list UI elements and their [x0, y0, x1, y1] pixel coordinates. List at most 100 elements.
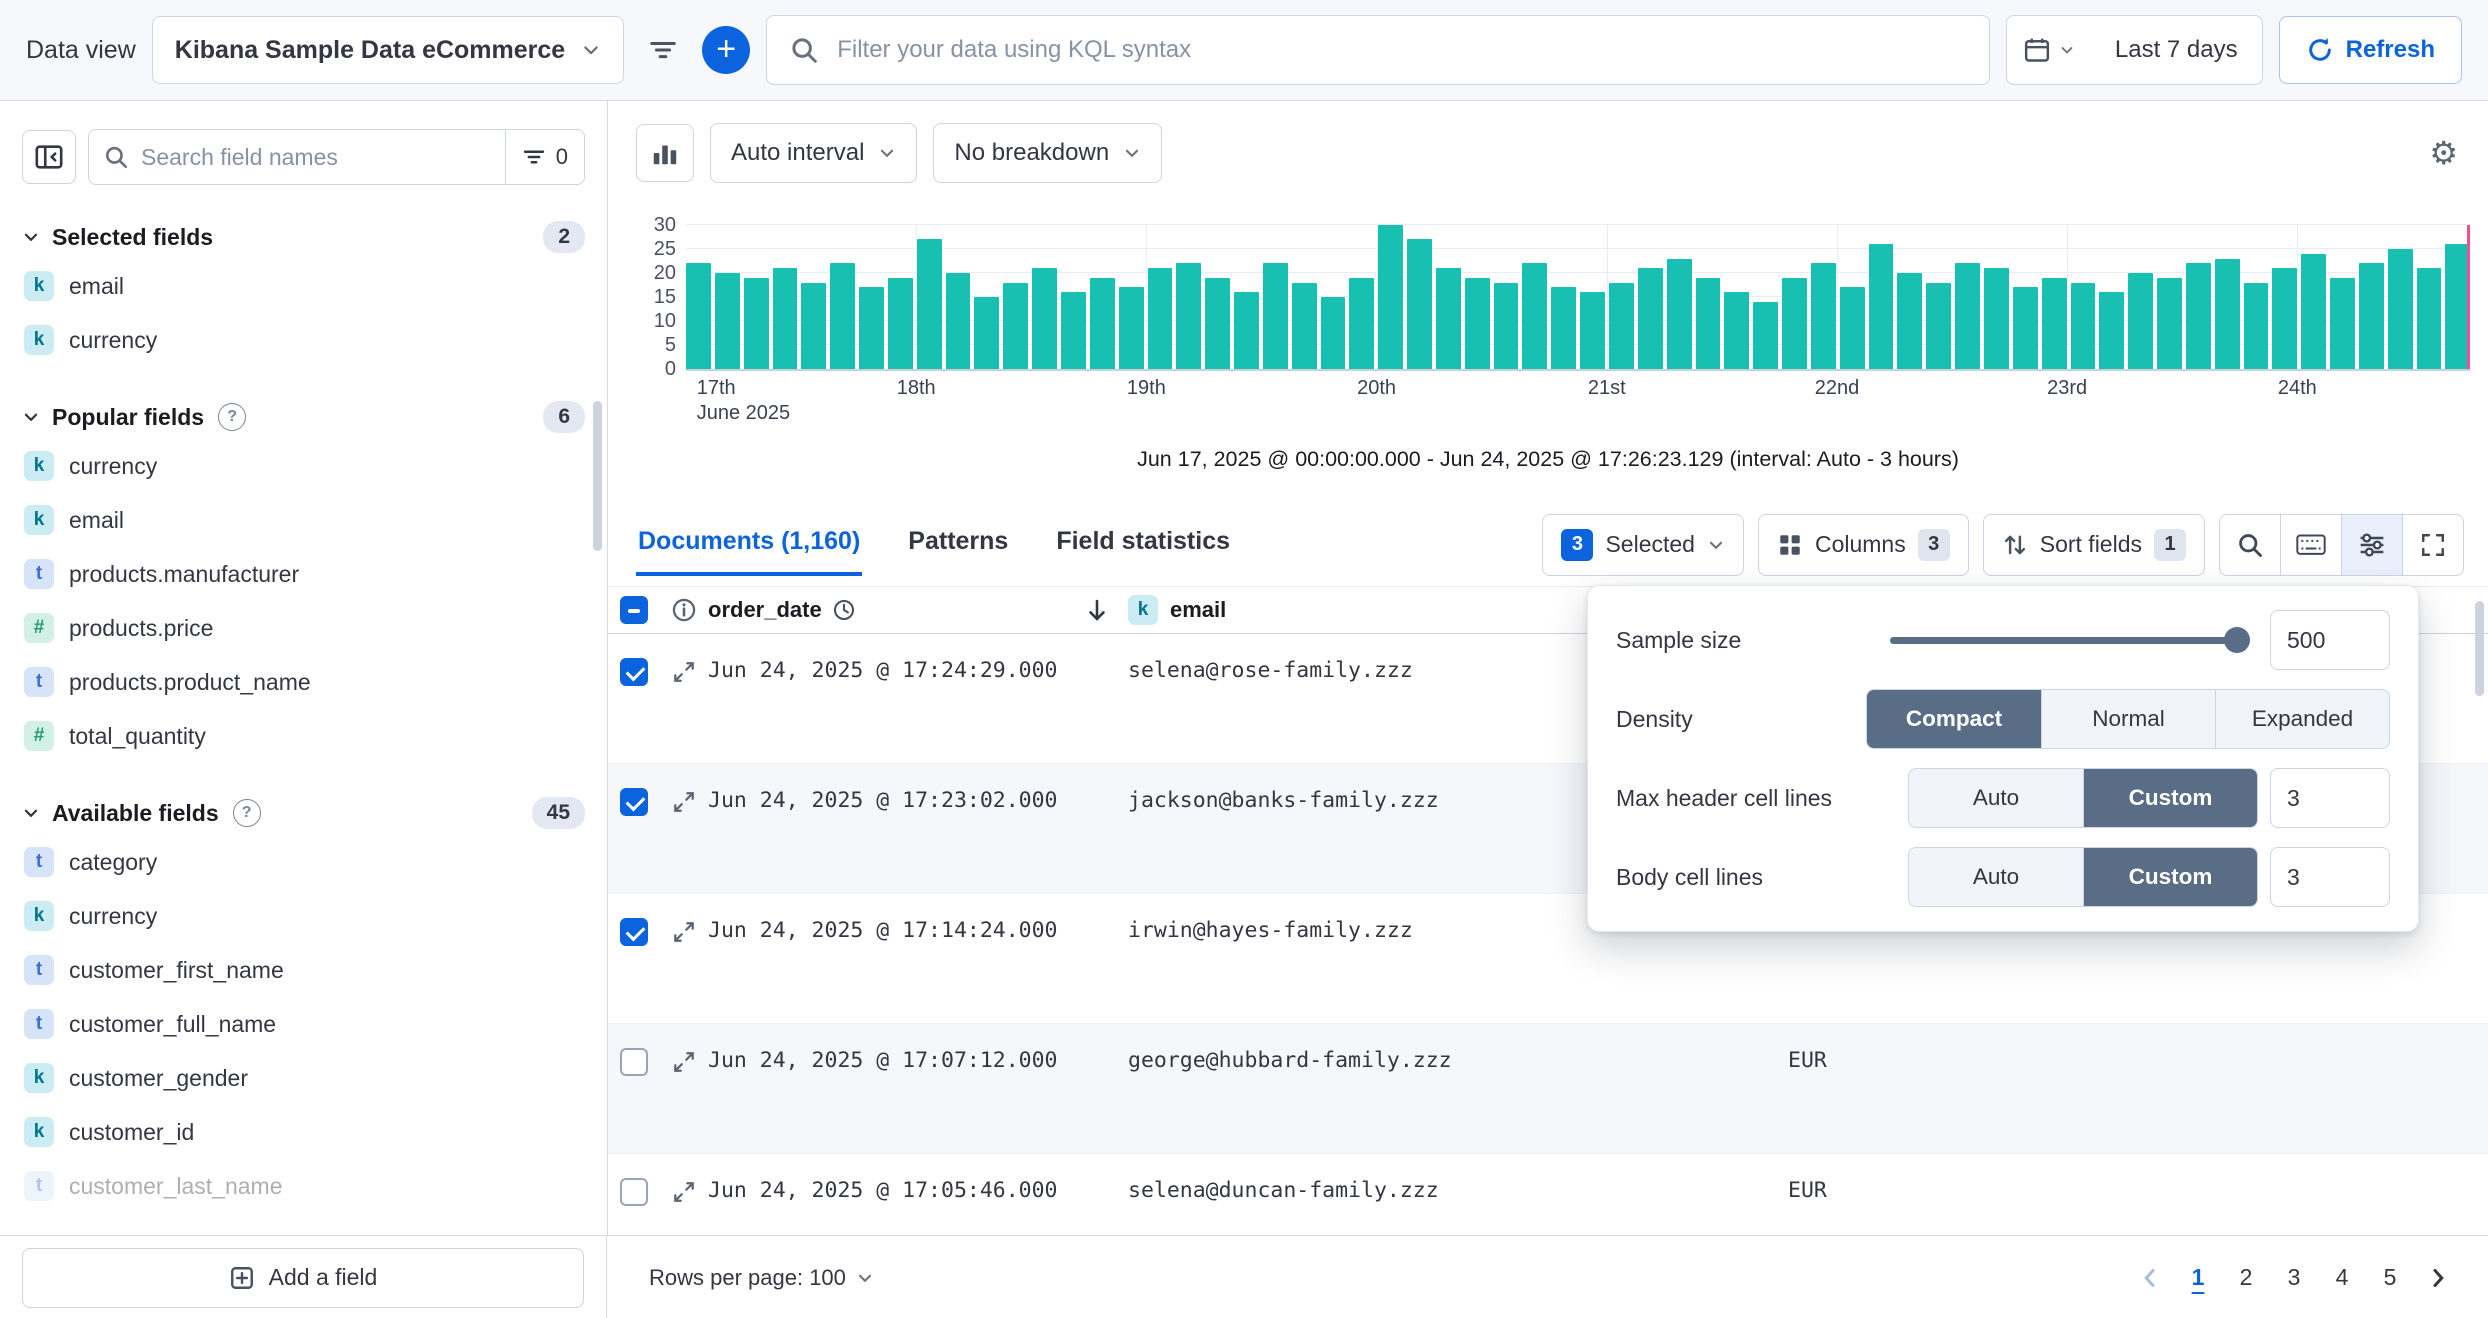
segment-auto[interactable]: Auto	[1909, 769, 2083, 827]
histogram-bar[interactable]	[686, 263, 711, 369]
page-button-5[interactable]: 5	[2366, 1258, 2414, 1297]
row-checkbox[interactable]	[620, 658, 648, 686]
table-row[interactable]: Jun 24, 2025 @ 17:05:46.000selena@duncan…	[608, 1154, 2488, 1235]
histogram-bar[interactable]	[888, 278, 913, 369]
next-page-button[interactable]	[2414, 1260, 2462, 1296]
histogram-bar[interactable]	[946, 273, 971, 369]
info-icon[interactable]	[671, 597, 697, 623]
tab-field-statistics[interactable]: Field statistics	[1054, 513, 1232, 576]
breakdown-dropdown[interactable]: No breakdown	[933, 123, 1162, 183]
tab-documents-[interactable]: Documents (1,160)	[636, 513, 862, 576]
histogram-bar[interactable]	[1609, 283, 1634, 369]
page-button-2[interactable]: 2	[2222, 1258, 2270, 1297]
select-all-checkbox[interactable]	[620, 596, 648, 624]
order-date-cell[interactable]: Jun 24, 2025 @ 17:14:24.000	[708, 918, 1128, 943]
histogram-bar[interactable]	[974, 297, 999, 369]
email-cell[interactable]: selena@duncan-family.zzz	[1128, 1178, 1788, 1203]
page-button-4[interactable]: 4	[2318, 1258, 2366, 1297]
histogram-bar[interactable]	[715, 273, 740, 369]
selected-documents-dropdown[interactable]: 3 Selected	[1542, 514, 1744, 576]
field-item[interactable]: tcategory	[22, 835, 585, 889]
calendar-menu-button[interactable]	[2007, 16, 2091, 84]
chart-plot[interactable]	[686, 225, 2470, 371]
sample-size-slider[interactable]	[1890, 627, 2248, 653]
columns-button[interactable]: Columns 3	[1758, 514, 1969, 576]
histogram-bar[interactable]	[1580, 292, 1605, 369]
histogram-bar[interactable]	[1176, 263, 1201, 369]
histogram-bar[interactable]	[2186, 263, 2211, 369]
help-icon[interactable]: ?	[233, 799, 261, 827]
field-item[interactable]: #total_quantity	[22, 709, 585, 763]
histogram-bar[interactable]	[2071, 283, 2096, 369]
expand-icon[interactable]	[672, 1180, 696, 1204]
segment-custom[interactable]: Custom	[2083, 769, 2257, 827]
segment-compact[interactable]: Compact	[1867, 690, 2041, 748]
column-header-order-date[interactable]: order_date	[708, 597, 1128, 623]
segment-expanded[interactable]: Expanded	[2215, 690, 2389, 748]
collapse-sidebar-button[interactable]	[22, 130, 76, 184]
histogram-bar[interactable]	[1724, 292, 1749, 369]
order-date-cell[interactable]: Jun 24, 2025 @ 17:07:12.000	[708, 1048, 1128, 1073]
segment-normal[interactable]: Normal	[2041, 690, 2215, 748]
row-checkbox[interactable]	[620, 1048, 648, 1076]
histogram-bar[interactable]	[2215, 259, 2240, 369]
histogram-bar[interactable]	[1638, 268, 1663, 369]
field-item[interactable]: kcurrency	[22, 313, 585, 367]
histogram-bar[interactable]	[1003, 283, 1028, 369]
histogram-bar[interactable]	[2042, 278, 2067, 369]
data-view-select[interactable]: Kibana Sample Data eCommerce	[152, 16, 624, 84]
field-item[interactable]: tcustomer_first_name	[22, 943, 585, 997]
histogram-bar[interactable]	[773, 268, 798, 369]
histogram-bar[interactable]	[2013, 287, 2038, 369]
field-item[interactable]: tcustomer_full_name	[22, 997, 585, 1051]
histogram-bar[interactable]	[830, 263, 855, 369]
field-item[interactable]: kcustomer_gender	[22, 1051, 585, 1105]
order-date-cell[interactable]: Jun 24, 2025 @ 17:23:02.000	[708, 788, 1128, 813]
expand-icon[interactable]	[672, 920, 696, 944]
histogram-bar[interactable]	[1090, 278, 1115, 369]
field-filter-button[interactable]: 0	[505, 130, 584, 184]
refresh-button[interactable]: Refresh	[2279, 16, 2462, 84]
histogram-bar[interactable]	[1292, 283, 1317, 369]
search-in-table-button[interactable]	[2219, 514, 2281, 576]
kql-search-input[interactable]	[835, 35, 1967, 65]
histogram-bar[interactable]	[1436, 268, 1461, 369]
row-checkbox[interactable]	[620, 918, 648, 946]
histogram-bar[interactable]	[917, 239, 942, 369]
field-section-header[interactable]: Popular fields?6	[22, 395, 585, 439]
histogram-bar[interactable]	[1119, 287, 1144, 369]
page-button-3[interactable]: 3	[2270, 1258, 2318, 1297]
histogram-bar[interactable]	[1349, 278, 1374, 369]
histogram-bar[interactable]	[1696, 278, 1721, 369]
histogram-bar[interactable]	[1061, 292, 1086, 369]
field-item[interactable]: tproducts.manufacturer	[22, 547, 585, 601]
expand-icon[interactable]	[672, 790, 696, 814]
segment-auto[interactable]: Auto	[1909, 848, 2083, 906]
row-checkbox[interactable]	[620, 1178, 648, 1206]
histogram-bar[interactable]	[2128, 273, 2153, 369]
expand-icon[interactable]	[672, 660, 696, 684]
histogram-bar[interactable]	[2244, 283, 2269, 369]
field-item[interactable]: kcurrency	[22, 889, 585, 943]
histogram-bar[interactable]	[1522, 263, 1547, 369]
histogram-bar[interactable]	[2272, 268, 2297, 369]
edit-visualization-button[interactable]	[636, 124, 694, 182]
segment-custom[interactable]: Custom	[2083, 848, 2257, 906]
histogram-bar[interactable]	[2301, 254, 2326, 369]
page-button-1[interactable]: 1	[2174, 1258, 2222, 1297]
row-checkbox[interactable]	[620, 788, 648, 816]
histogram-bar[interactable]	[859, 287, 884, 369]
table-row[interactable]: Jun 24, 2025 @ 17:07:12.000george@hubbar…	[608, 1024, 2488, 1154]
interval-dropdown[interactable]: Auto interval	[710, 123, 917, 183]
tab-patterns[interactable]: Patterns	[906, 513, 1010, 576]
histogram-bar[interactable]	[1840, 287, 1865, 369]
slider-thumb[interactable]	[2224, 627, 2250, 653]
histogram-bar[interactable]	[1263, 263, 1288, 369]
field-item[interactable]: kemail	[22, 259, 585, 313]
fullscreen-button[interactable]	[2402, 514, 2464, 576]
body-lines-input[interactable]	[2270, 847, 2390, 907]
histogram-bar[interactable]	[1321, 297, 1346, 369]
field-item[interactable]: tcustomer_last_name	[22, 1159, 585, 1213]
field-item[interactable]: tproducts.product_name	[22, 655, 585, 709]
sample-size-input[interactable]	[2270, 610, 2390, 670]
